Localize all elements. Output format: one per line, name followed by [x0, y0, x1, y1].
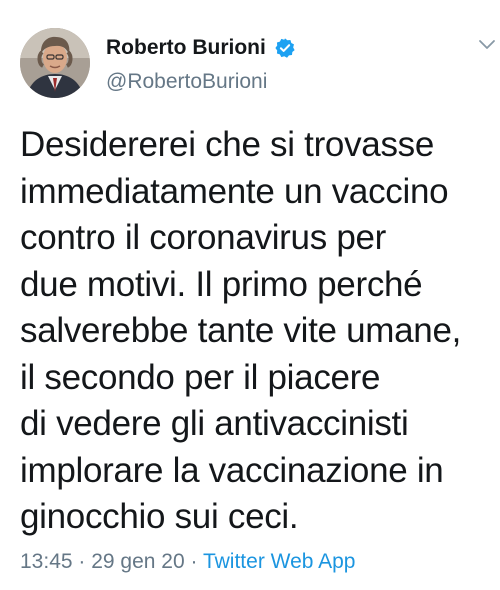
tweet-text-line: contro il coronavirus per [20, 218, 386, 257]
tweet-text: Desidererei che si trovasse immediatamen… [20, 122, 496, 541]
chevron-down-icon[interactable] [478, 38, 496, 52]
tweet-time[interactable]: 13:45 [20, 550, 73, 573]
author-name-row: Roberto Burioni [106, 36, 296, 60]
tweet-text-line: di vedere gli antivaccinisti [20, 404, 409, 443]
author-avatar[interactable] [20, 28, 90, 98]
author-handle[interactable]: @RobertoBurioni [106, 70, 267, 94]
meta-separator: · [72, 550, 92, 573]
tweet-card: Roberto Burioni @RobertoBurioni Desidere… [0, 0, 500, 590]
tweet-text-line: ginocchio sui ceci. [20, 497, 299, 536]
avatar-image [20, 28, 90, 98]
tweet-source-link[interactable]: Twitter Web App [203, 550, 356, 573]
verified-badge-icon [274, 37, 296, 59]
tweet-meta: 13:45 · 29 gen 20 · Twitter Web App [20, 550, 356, 574]
tweet-text-line: implorare la vaccinazione in [20, 450, 444, 490]
tweet-text-line: salverebbe tante vite umane, [20, 311, 462, 350]
tweet-text-line: il secondo per il piacere [20, 357, 381, 397]
meta-separator: · [184, 550, 203, 573]
tweet-text-line: Desidererei che si trovasse [20, 125, 435, 164]
tweet-date[interactable]: 29 gen 20 [91, 550, 184, 573]
tweet-text-line: due motivi. Il primo perché [20, 264, 423, 304]
tweet-text-line: immediatamente un vaccino [20, 171, 449, 211]
author-display-name[interactable]: Roberto Burioni [106, 36, 266, 60]
